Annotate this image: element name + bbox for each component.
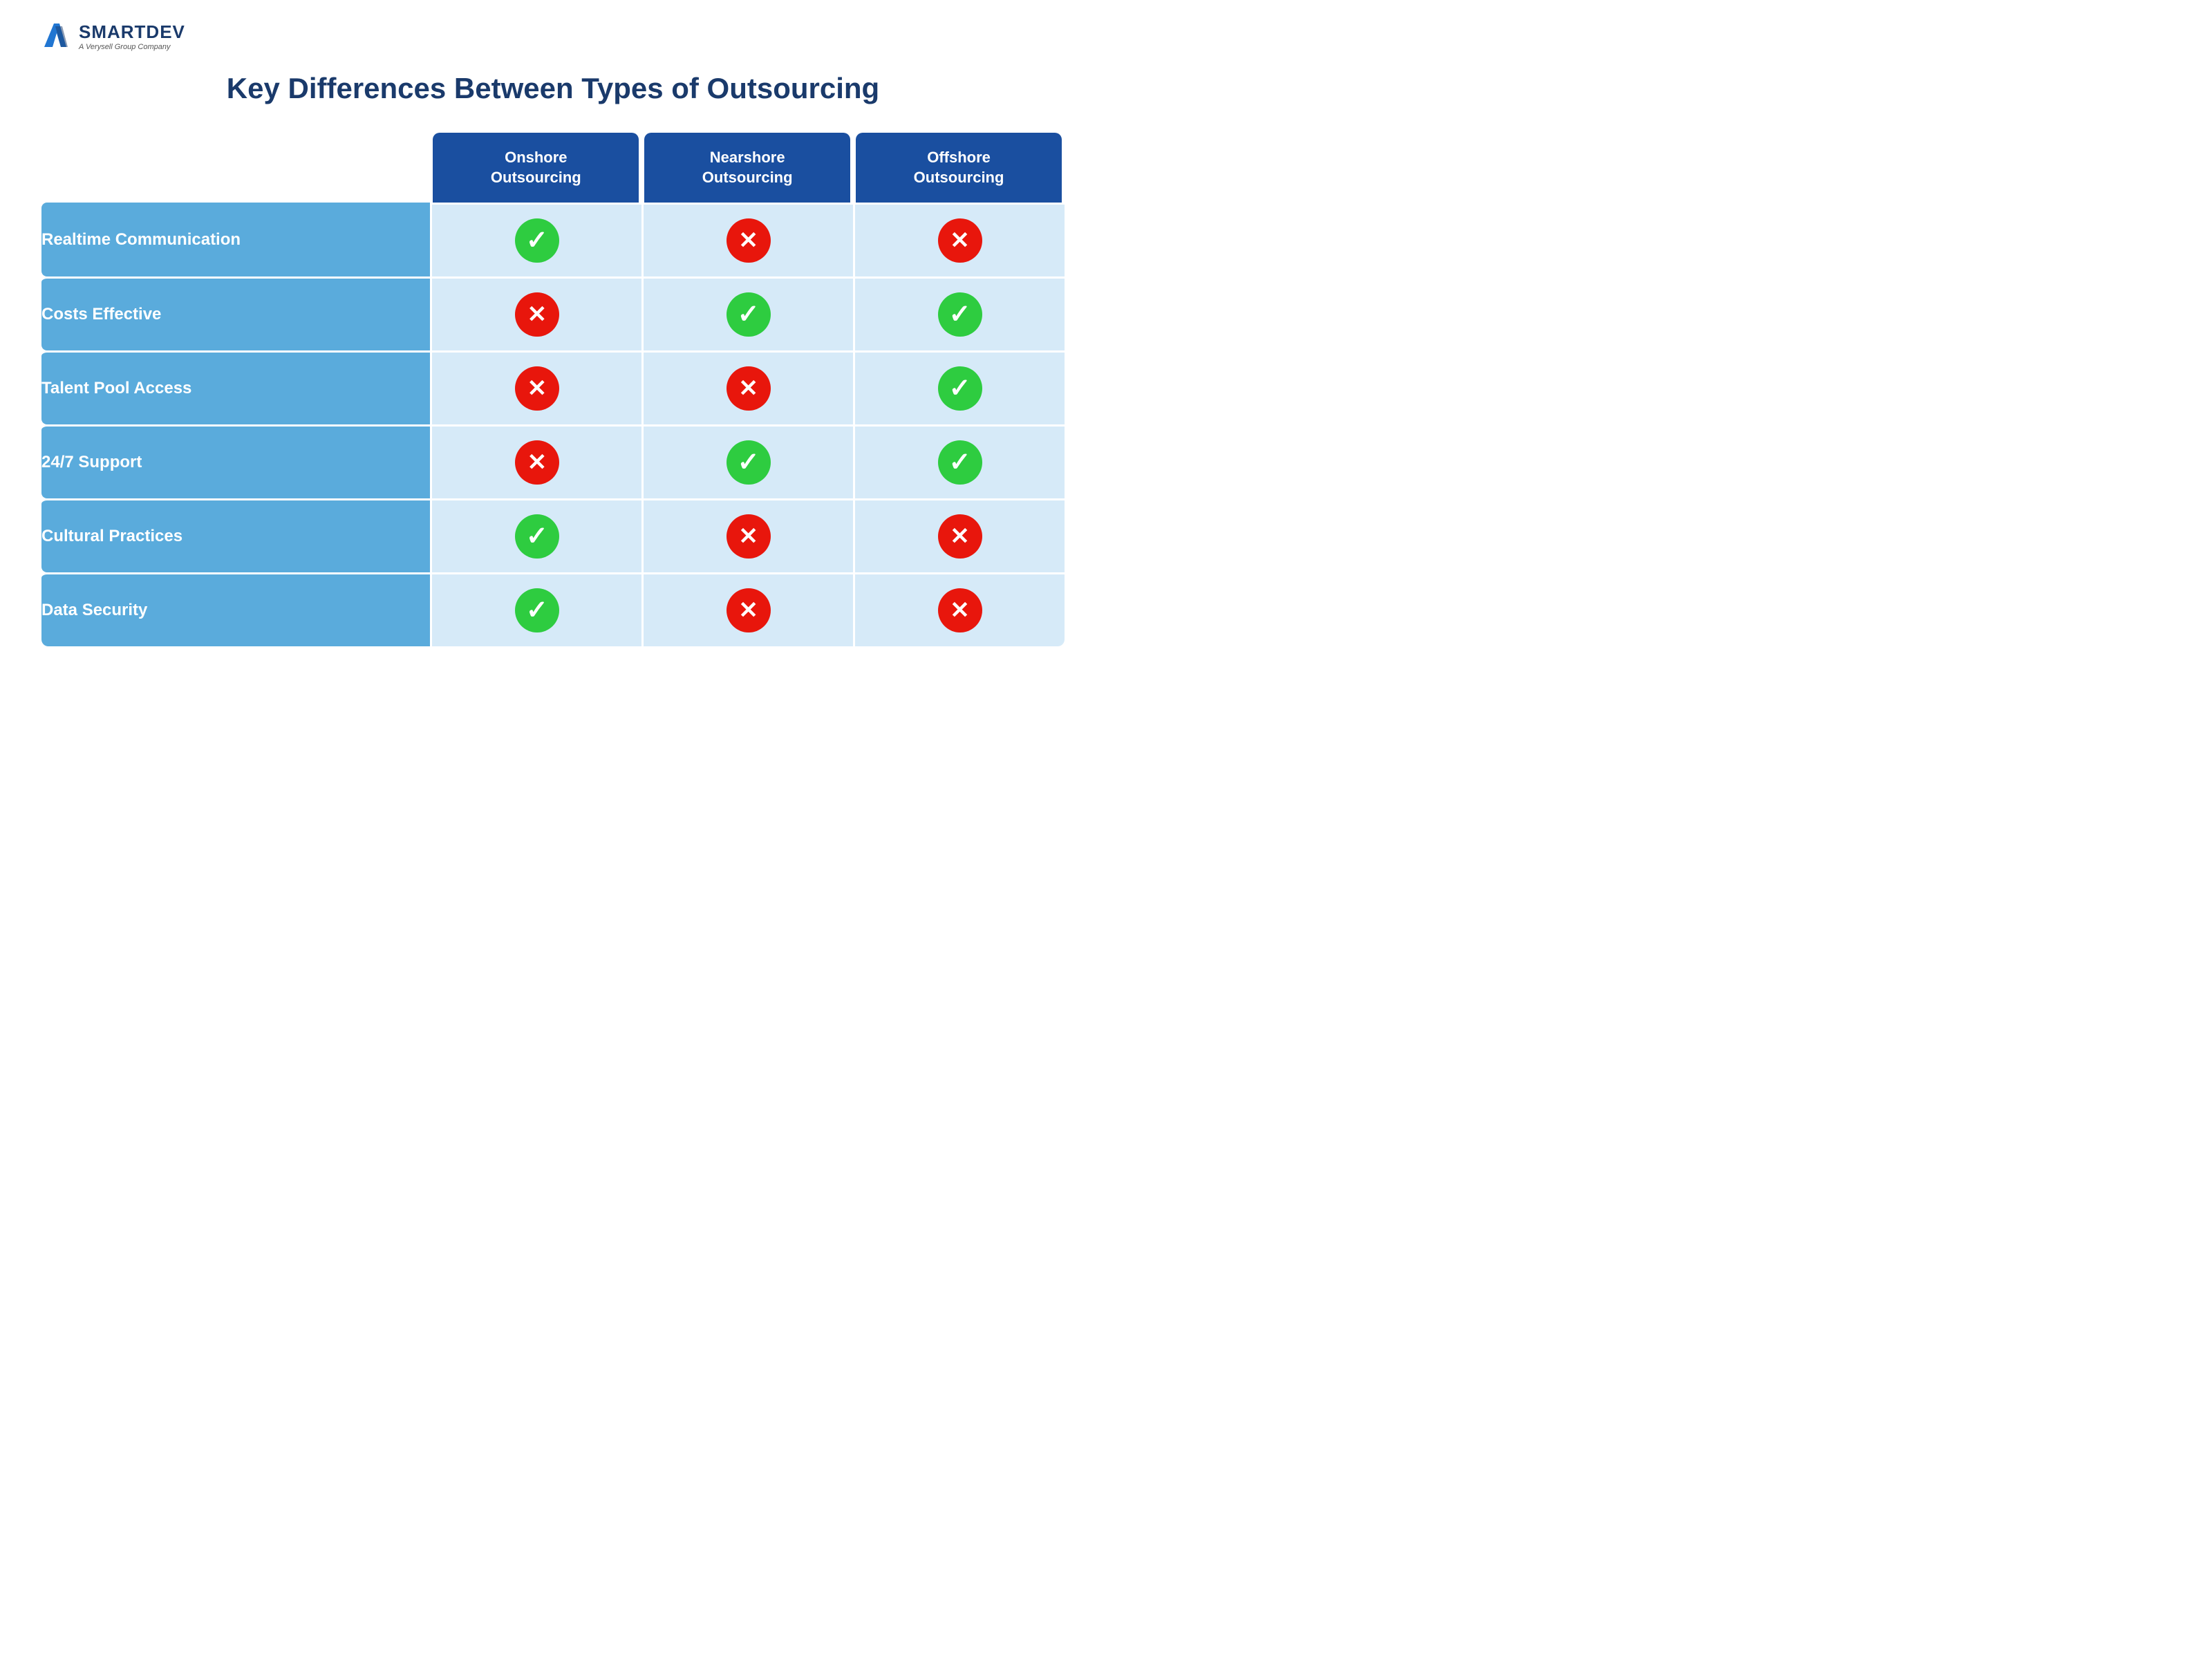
cell-4-2 — [853, 498, 1065, 572]
cell-5-0 — [430, 572, 641, 646]
cell-5-1 — [641, 572, 853, 646]
table-row: Cultural Practices — [41, 498, 1065, 572]
cross-icon — [515, 440, 559, 485]
cell-4-1 — [641, 498, 853, 572]
cell-2-2 — [853, 350, 1065, 424]
cell-3-1 — [641, 424, 853, 498]
header-onshore: OnshoreOutsourcing — [430, 133, 641, 203]
check-icon — [727, 292, 771, 337]
onshore-header-label: OnshoreOutsourcing — [433, 133, 639, 203]
offshore-header-label: OffshoreOutsourcing — [856, 133, 1062, 203]
logo-area: SMARTDEV A Verysell Group Company — [41, 21, 185, 51]
row-label-2: Talent Pool Access — [41, 350, 430, 424]
cross-icon — [938, 514, 982, 559]
row-label-3: 24/7 Support — [41, 424, 430, 498]
row-label-4: Cultural Practices — [41, 498, 430, 572]
table-row: Data Security — [41, 572, 1065, 646]
row-label-1: Costs Effective — [41, 276, 430, 350]
check-icon — [515, 218, 559, 263]
cross-icon — [727, 588, 771, 632]
page-title: Key Differences Between Types of Outsour… — [41, 72, 1065, 105]
table-row: Costs Effective — [41, 276, 1065, 350]
header-offshore: OffshoreOutsourcing — [853, 133, 1065, 203]
comparison-table: OnshoreOutsourcing NearshoreOutsourcing … — [41, 133, 1065, 646]
cross-icon — [727, 366, 771, 411]
cross-icon — [515, 292, 559, 337]
cell-1-2 — [853, 276, 1065, 350]
cell-2-0 — [430, 350, 641, 424]
cell-0-0 — [430, 203, 641, 276]
logo-brand: SMARTDEV — [79, 21, 185, 43]
cell-1-1 — [641, 276, 853, 350]
check-icon — [727, 440, 771, 485]
table-header-row: OnshoreOutsourcing NearshoreOutsourcing … — [41, 133, 1065, 203]
table-row: 24/7 Support — [41, 424, 1065, 498]
cell-0-1 — [641, 203, 853, 276]
table-row: Talent Pool Access — [41, 350, 1065, 424]
header-empty-cell — [41, 133, 430, 203]
check-icon — [938, 440, 982, 485]
cross-icon — [938, 218, 982, 263]
row-label-5: Data Security — [41, 572, 430, 646]
header-nearshore: NearshoreOutsourcing — [641, 133, 853, 203]
cell-2-1 — [641, 350, 853, 424]
check-icon — [938, 366, 982, 411]
cell-3-0 — [430, 424, 641, 498]
cross-icon — [515, 366, 559, 411]
logo-text-block: SMARTDEV A Verysell Group Company — [79, 21, 185, 51]
logo-icon — [41, 21, 72, 51]
row-label-0: Realtime Communication — [41, 203, 430, 276]
cell-4-0 — [430, 498, 641, 572]
cell-5-2 — [853, 572, 1065, 646]
logo-subtitle: A Verysell Group Company — [79, 43, 185, 51]
cross-icon — [727, 514, 771, 559]
check-icon — [515, 588, 559, 632]
table-row: Realtime Communication — [41, 203, 1065, 276]
cross-icon — [727, 218, 771, 263]
cross-icon — [938, 588, 982, 632]
check-icon — [938, 292, 982, 337]
nearshore-header-label: NearshoreOutsourcing — [644, 133, 850, 203]
cell-0-2 — [853, 203, 1065, 276]
cell-3-2 — [853, 424, 1065, 498]
cell-1-0 — [430, 276, 641, 350]
check-icon — [515, 514, 559, 559]
